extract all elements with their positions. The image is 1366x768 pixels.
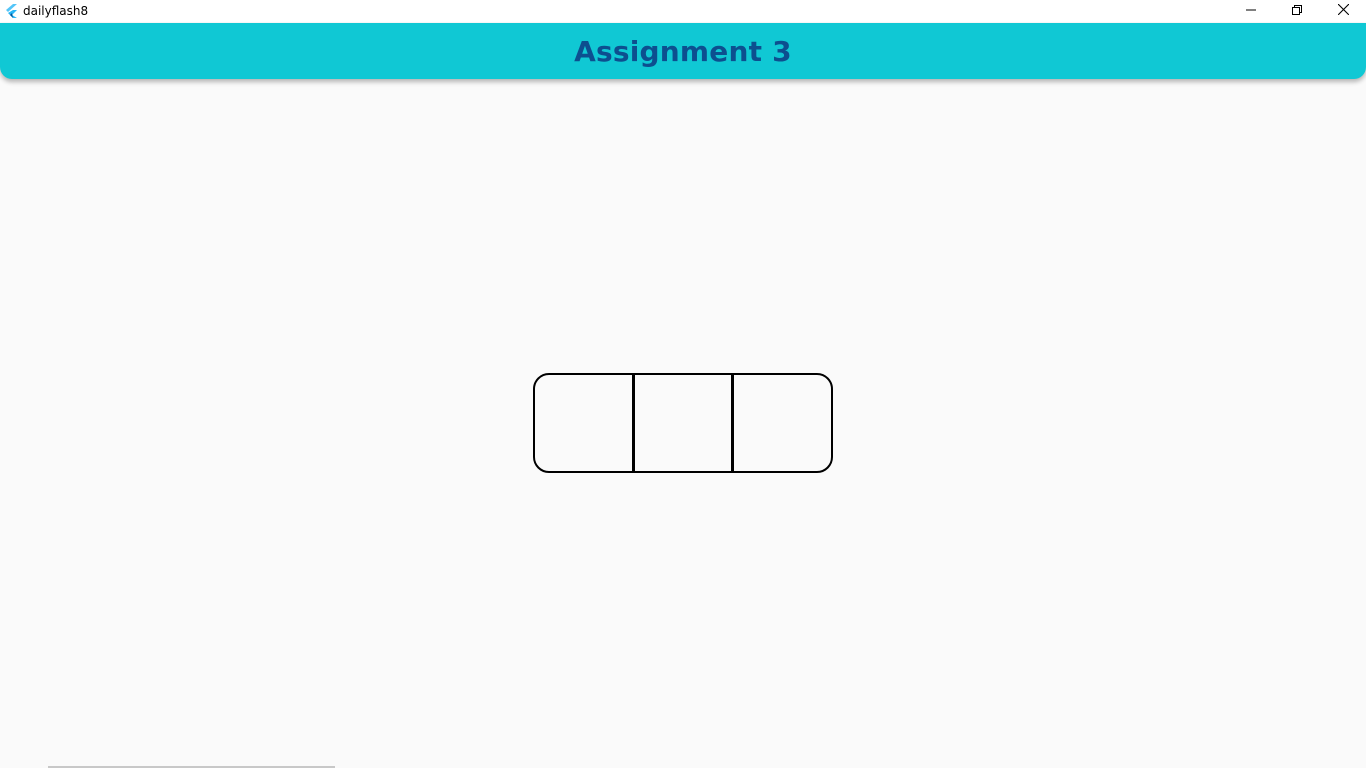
window-title: dailyflash8	[23, 4, 89, 18]
maximize-button[interactable]	[1274, 0, 1320, 22]
page-title: Assignment 3	[574, 34, 792, 68]
minimize-button[interactable]	[1228, 0, 1274, 22]
segment-right	[731, 375, 831, 471]
caption-buttons	[1228, 0, 1366, 22]
app-bar: Assignment 3	[0, 23, 1366, 79]
flutter-logo-icon	[4, 4, 18, 18]
minimize-icon	[1246, 2, 1256, 20]
segment-middle	[631, 375, 732, 471]
three-segment-container	[533, 373, 833, 473]
title-bar: dailyflash8	[0, 0, 1366, 22]
app-window: dailyflash8 Assignment 3	[0, 0, 1366, 768]
close-button[interactable]	[1320, 0, 1366, 22]
segment-left	[535, 375, 632, 471]
close-icon	[1337, 2, 1349, 20]
restore-icon	[1292, 2, 1302, 20]
